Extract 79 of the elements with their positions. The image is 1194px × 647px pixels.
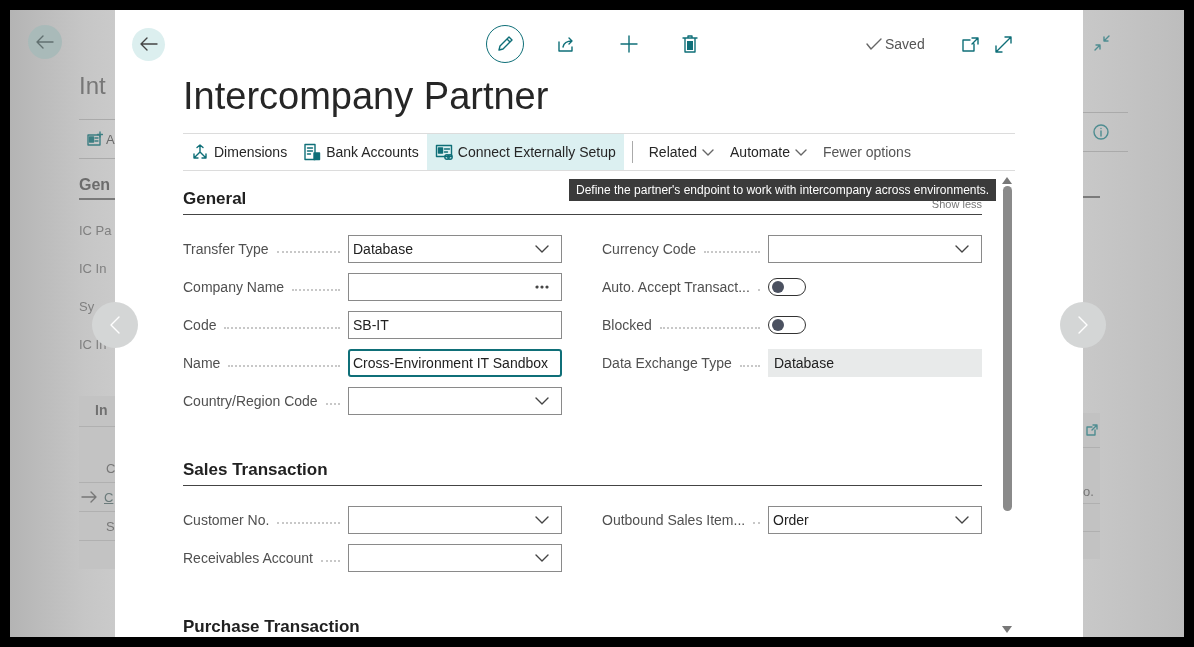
field-value: Database [774, 355, 835, 371]
check-icon [866, 38, 882, 50]
saved-status: Saved [885, 36, 925, 52]
share-icon[interactable] [558, 36, 576, 52]
scroll-down-icon[interactable] [1002, 626, 1012, 633]
chevron-down-icon [535, 516, 549, 524]
chevron-right-icon [1078, 316, 1088, 334]
field-value: SB-IT [353, 317, 390, 333]
field-label: Outbound Sales Item... [602, 512, 746, 528]
info-icon[interactable] [1093, 124, 1109, 140]
dropdown-field[interactable] [348, 506, 562, 534]
chevron-down-icon [702, 148, 714, 156]
back-button[interactable] [132, 27, 165, 61]
dropdown-field[interactable]: Order [768, 506, 982, 534]
field-label: Data Exchange Type [602, 355, 732, 371]
expand-icon[interactable] [994, 35, 1012, 53]
field-label: Transfer Type [183, 241, 269, 257]
field-label: Auto. Accept Transact... [602, 279, 750, 295]
dropdown-field[interactable] [768, 235, 982, 263]
chevron-down-icon [794, 148, 807, 156]
field-value: Database [353, 241, 414, 257]
back-arrow-icon [139, 37, 158, 51]
field-label: Customer No. [183, 512, 270, 528]
action-button[interactable]: Bank Accounts [295, 134, 427, 170]
pencil-icon [496, 35, 514, 53]
section-title: Sales Transaction [183, 459, 328, 481]
fewer-options-link[interactable]: Fewer options [814, 134, 919, 170]
field-label: Name [183, 355, 221, 371]
trash-icon[interactable] [682, 35, 698, 53]
action-button[interactable]: Dimensions [183, 134, 296, 170]
action-button[interactable]: Connect Externally Setup [426, 134, 624, 170]
right-arrow-icon [81, 491, 97, 503]
page-title: Intercompany Partner [183, 74, 550, 119]
chevron-down-icon [955, 245, 969, 253]
column-header: C [106, 461, 115, 476]
chevron-down-icon [955, 516, 969, 524]
arrows-icon [191, 143, 209, 161]
pop-out-icon[interactable] [961, 36, 979, 52]
field-value: Order [773, 512, 810, 528]
input-field[interactable]: SB-IT [348, 311, 562, 339]
back-arrow-icon [36, 35, 54, 49]
section-title: General [183, 188, 247, 210]
contact-card-icon [87, 131, 103, 147]
collapse-icon[interactable] [1094, 35, 1110, 51]
section-title: Purchase Transaction [183, 616, 360, 637]
field-label: Sy [79, 298, 96, 316]
field-label: Country/Region Code [183, 393, 318, 409]
menu-button[interactable]: Related [640, 134, 722, 170]
field-label: Receivables Account [183, 550, 313, 566]
field-value: Cross-Environment IT Sandbox [353, 355, 549, 371]
part-title: In [94, 401, 109, 420]
field-label: IC Pa [79, 222, 113, 240]
input-field[interactable]: Cross-Environment IT Sandbox [348, 349, 562, 377]
more-icon [535, 285, 549, 289]
document-building-icon [303, 143, 322, 161]
dropdown-field[interactable]: Database [348, 235, 562, 263]
lookup-field[interactable] [348, 273, 562, 301]
field-label: Blocked [602, 317, 652, 333]
card-link-icon [434, 143, 453, 161]
chevron-down-icon [535, 397, 549, 405]
tooltip: Define the partner's endpoint to work with intercompany across environments. [569, 179, 997, 201]
chevron-left-icon [110, 316, 120, 334]
chevron-down-icon [535, 554, 549, 562]
scroll-up-icon[interactable] [1002, 177, 1012, 184]
field-label: Company Name [183, 279, 285, 295]
menu-button[interactable]: Automate [722, 134, 815, 170]
toggle-switch[interactable] [768, 316, 806, 334]
page-title: Int [79, 71, 107, 101]
column-header: o. [1083, 484, 1094, 499]
back-button[interactable] [28, 25, 62, 59]
field-label: IC In [79, 260, 108, 278]
chevron-down-icon [535, 245, 549, 253]
table-cell: S [106, 518, 115, 534]
field-label: Currency Code [602, 241, 697, 257]
field-label: Code [183, 317, 217, 333]
plus-icon[interactable] [620, 35, 638, 53]
dropdown-field[interactable] [348, 387, 562, 415]
dropdown-field[interactable] [348, 544, 562, 572]
toggle-switch[interactable] [768, 278, 806, 296]
